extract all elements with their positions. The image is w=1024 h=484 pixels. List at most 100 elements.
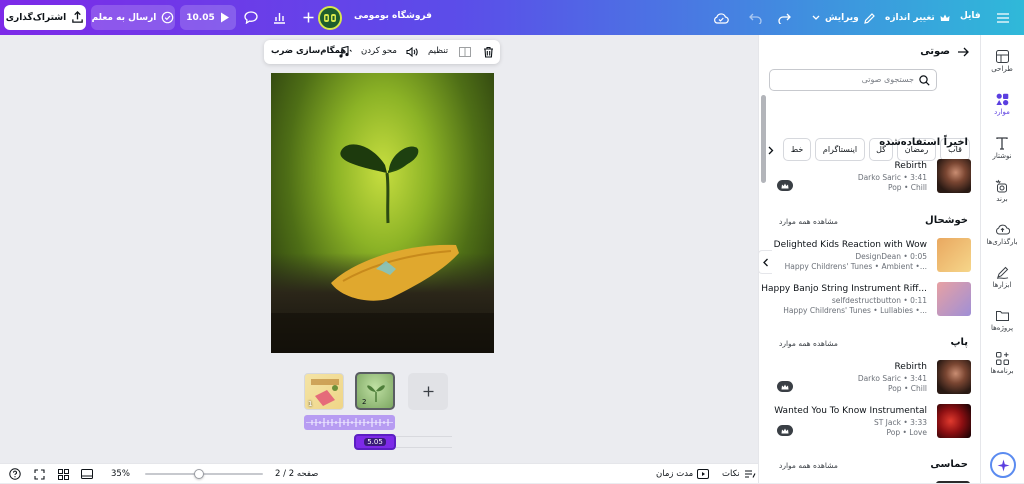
cloud-save-status[interactable] [710,8,732,28]
panel-title: صوتی [920,46,950,57]
context-toolbar: تنظیم محو کردن همگام‌سازی ضرب [264,40,500,64]
zoom-slider-thumb[interactable] [193,469,204,479]
notes-button[interactable]: نکات [722,464,756,484]
track-cover-happy-banjo [937,282,971,316]
track-wanted-you[interactable]: Wanted You To Know Instrumental ST Jack … [769,404,971,440]
page-thumbnail-1[interactable]: 1 [304,373,344,410]
send-to-teacher-button[interactable]: ارسال به معلم [91,5,175,30]
page-thumbnail-2[interactable]: 2 [355,372,395,410]
layout-icon [992,47,1012,65]
chip-line[interactable]: خط [783,138,811,161]
audio-panel: صوتی جستجوی صوتی قاب رمضان گل اینستاگرام… [758,35,980,483]
redo-button[interactable] [774,8,794,28]
rail-brand[interactable]: برند [980,177,1024,203]
epic-see-all-link[interactable]: مشاهده همه موارد [779,461,838,470]
team-avatar[interactable] [318,6,342,30]
duration-button[interactable]: مدت زمان [656,464,710,484]
search-input[interactable]: جستجوی صوتی [862,75,914,84]
pop-see-all-link[interactable]: مشاهده همه موارد [779,339,838,348]
design-title[interactable]: فروشگاه بومومی [354,11,432,21]
rail-tools[interactable]: ابزارها [980,263,1024,289]
track-cover-rebirth [937,159,971,193]
chips-scroll-button[interactable] [765,143,777,157]
speaker-icon [406,47,418,57]
share-button[interactable]: اشتراک‌گذاری [4,5,86,30]
track-artist: ST Jack • 3:33 [873,418,927,427]
chip-instagram[interactable]: اینستاگرام [815,138,865,161]
crown-icon [781,183,789,188]
happy-see-all-link[interactable]: مشاهده همه موارد [779,217,838,226]
edit-menu-label: ویرایش [825,13,859,23]
recent-heading: اخیراً استفاده‌شده [879,137,968,148]
rail-elements[interactable]: موارد [980,90,1024,116]
split-button[interactable] [457,44,473,60]
panel-scrollbar[interactable] [761,95,766,183]
track-happy-banjo[interactable]: Happy Banjo String Instrument Riff... se… [761,282,971,318]
fullscreen-button[interactable] [32,464,46,484]
insights-button[interactable] [268,7,290,28]
volume-button[interactable] [404,44,420,60]
collapse-panel-button[interactable] [758,250,772,274]
page-indicator[interactable]: صفحه 2 / 2 [275,464,318,484]
track-tags: Pop • Love [886,428,928,437]
track-pop-rebirth[interactable]: Rebirth Darko Saric • 3:41 Pop • Chill [769,360,971,396]
delete-button[interactable] [480,44,496,60]
help-button[interactable] [8,464,22,484]
track-recent-rebirth[interactable]: Rebirth Darko Saric • 3:41 Pop • Chill [769,159,971,195]
apps-icon [992,349,1012,367]
rail-elements-label: موارد [994,108,1010,116]
zoom-slider[interactable] [145,469,263,479]
rail-uploads[interactable]: بارگذاری‌ها [980,220,1024,246]
play-icon [220,12,230,23]
expand-icon [33,468,45,480]
top-bar: اشتراک‌گذاری ارسال به معلم 10.05 فروشگاه… [0,0,1024,35]
zoom-value[interactable]: 35% [111,464,130,484]
crown-icon [940,14,950,23]
edit-menu[interactable]: ویرایش [812,8,875,28]
grid-view-button[interactable] [56,464,70,484]
audio-track-selected[interactable]: 5.05 [354,434,396,450]
pages-icon [81,469,93,479]
elements-icon [992,90,1012,108]
add-collaborator-button[interactable] [298,7,318,28]
canvas-area: تنظیم محو کردن همگام‌سازی ضرب 1 [0,35,758,483]
brand-icon [992,177,1012,195]
present-button[interactable]: 10.05 [180,5,236,30]
track-cover-delighted-kids [937,238,971,272]
pages-view-button[interactable] [80,464,94,484]
back-button[interactable] [956,45,970,59]
cloud-check-icon [714,13,729,24]
magic-assistant-button[interactable] [990,452,1016,478]
rail-projects-label: پروژه‌ها [990,324,1014,332]
rail-text[interactable]: نوشتار [980,134,1024,160]
waveform-graphic [306,418,393,427]
fade-button[interactable]: محو کردن [361,46,397,56]
rail-design[interactable]: طراحی [980,47,1024,73]
file-menu[interactable]: فایل [960,11,981,21]
adjust-button[interactable]: تنظیم [428,46,448,56]
plus-icon [303,12,313,23]
duration-label: مدت زمان [656,469,694,479]
beat-sync-button[interactable]: همگام‌سازی ضرب [271,46,346,56]
audio-track-waveform[interactable] [304,415,395,430]
arrow-right-icon [957,47,969,57]
main-menu-button[interactable] [993,8,1013,28]
grid-icon [57,468,69,480]
track-artist: selfdestructbutton • 0:11 [831,296,927,305]
resize-menu[interactable]: تغییر اندازه [885,8,950,28]
sprout-photo [271,144,494,353]
happy-section-title: خوشحال [925,215,968,226]
premium-badge [777,425,793,436]
track-cover-pop-rebirth [937,360,971,394]
undo-icon [748,13,762,24]
track-delighted-kids[interactable]: Delighted Kids Reaction with Wow DesignD… [769,238,971,274]
design-page[interactable] [271,73,494,353]
add-page-button[interactable] [408,373,448,410]
rail-apps[interactable]: برنامه‌ها [980,349,1024,375]
search-box[interactable]: جستجوی صوتی [769,69,937,91]
undo-button[interactable] [745,8,765,28]
search-icon [919,75,930,86]
rail-projects[interactable]: پروژه‌ها [980,306,1024,332]
comment-button[interactable] [240,7,262,28]
audio-duration-badge: 5.05 [364,438,386,446]
